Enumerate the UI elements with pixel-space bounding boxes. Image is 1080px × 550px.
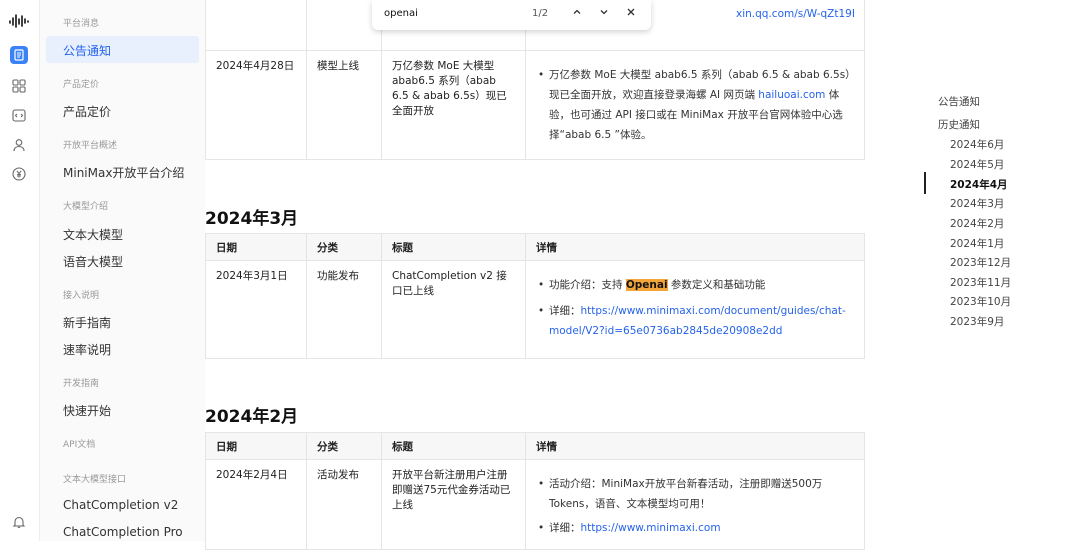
sidebar-section-header: 文本大模型接口 <box>63 475 127 485</box>
toc-item-current[interactable]: 2024年4月 <box>950 177 1008 192</box>
detail-item: 详细：https://www.minimaxi.com <box>536 518 854 538</box>
sidebar-item-announcements[interactable]: 公告通知 <box>63 42 111 59</box>
detail-item: 功能介绍：支持 Openai 参数定义和基础功能 <box>536 275 854 295</box>
detail-item: 活动介绍：MiniMax开放平台新春活动，注册即赠送500万Tokens，语音、… <box>536 474 854 514</box>
main-content: xin.qq.com/s/W-qZt19BHmu8FncpEb60jQ 2024… <box>205 0 925 550</box>
row-title: 万亿参数 MoE 大模型 abab6.5 系列（abab 6.5 & abab … <box>381 50 526 160</box>
row-date: 2024年4月28日 <box>205 50 307 160</box>
sidebar-section-header: 产品定价 <box>63 80 100 90</box>
search-highlight: Openai <box>625 279 668 291</box>
row-title: ChatCompletion v2 接口已上线 <box>381 260 526 359</box>
sidebar-section-header: API文档 <box>63 440 96 450</box>
close-icon[interactable] <box>626 6 636 20</box>
sidebar-item-quick-start[interactable]: 快速开始 <box>63 402 111 419</box>
table-row: 2024年2月4日 活动发布 开放平台新注册用户注册即赠送75元代金券活动已上线… <box>205 459 865 550</box>
sidebar-section-header: 开发指南 <box>63 379 100 389</box>
row-date: 2024年2月4日 <box>205 459 307 550</box>
doc-icon[interactable] <box>10 46 28 64</box>
toc-item[interactable]: 2024年1月 <box>950 236 1004 251</box>
grid-icon[interactable] <box>8 75 30 97</box>
sidebar-item-chatcompletion-v2[interactable]: ChatCompletion v2 <box>63 498 178 512</box>
heading-2024-03: 2024年3月 <box>205 209 299 229</box>
sidebar-section-header: 开放平台概述 <box>63 141 118 151</box>
row-title: 开放平台新注册用户注册即赠送75元代金券活动已上线 <box>381 459 526 550</box>
toc-item[interactable]: 2023年11月 <box>950 275 1011 290</box>
toc-item[interactable]: 2023年9月 <box>950 314 1004 329</box>
toc-item[interactable]: 公告通知 <box>938 94 980 109</box>
toc-active-marker <box>924 172 926 194</box>
icon-rail <box>0 0 40 541</box>
sidebar-item-pricing[interactable]: 产品定价 <box>63 103 111 120</box>
hailuoai-link[interactable]: hailuoai.com <box>758 89 825 101</box>
sidebar-item-beginner-guide[interactable]: 新手指南 <box>63 314 111 331</box>
sidebar-section-header: 平台消息 <box>63 19 100 29</box>
sidebar-section-header: 接入说明 <box>63 291 100 301</box>
logo-icon[interactable] <box>8 10 30 32</box>
toc-item[interactable]: 历史通知 <box>938 117 980 132</box>
row-category: 活动发布 <box>306 459 382 550</box>
minimaxi-link[interactable]: https://www.minimaxi.com <box>581 522 721 534</box>
chevron-down-icon[interactable] <box>599 6 609 20</box>
code-icon[interactable] <box>8 104 30 126</box>
toc-item[interactable]: 2023年12月 <box>950 255 1011 270</box>
row-date: 2024年3月1日 <box>205 260 307 359</box>
heading-2024-02: 2024年2月 <box>205 407 299 427</box>
bell-icon[interactable] <box>8 511 30 533</box>
chevron-up-icon[interactable] <box>572 6 582 20</box>
table-row: 2024年3月1日 功能发布 ChatCompletion v2 接口已上线 功… <box>205 260 865 359</box>
detail-item: 万亿参数 MoE 大模型 abab6.5 系列（abab 6.5 & abab … <box>536 65 854 145</box>
chat-model-v2-link[interactable]: https://www.minimaxi.com/document/guides… <box>549 305 846 337</box>
yen-icon[interactable] <box>8 163 30 185</box>
sidebar-nav: 平台消息 公告通知 产品定价 产品定价 开放平台概述 MiniMax开放平台介绍… <box>40 0 205 541</box>
row-category: 模型上线 <box>306 50 382 160</box>
toc-item[interactable]: 2024年3月 <box>950 196 1004 211</box>
table-header-row: 日期 分类 标题 详情 <box>205 432 865 460</box>
sidebar-item-platform-intro[interactable]: MiniMax开放平台介绍 <box>63 164 184 181</box>
sidebar-item-voice-model[interactable]: 语音大模型 <box>63 253 123 270</box>
sidebar-section-header: 大模型介绍 <box>63 202 109 212</box>
sidebar-item-rate-limits[interactable]: 速率说明 <box>63 341 111 358</box>
row-category: 功能发布 <box>306 260 382 359</box>
march-table: 日期 分类 标题 详情 2024年3月1日 功能发布 ChatCompletio… <box>205 233 865 359</box>
sidebar-item-chatcompletion-pro[interactable]: ChatCompletion Pro <box>63 525 183 539</box>
table-header-row: 日期 分类 标题 详情 <box>205 233 865 261</box>
detail-item: 详细：https://www.minimaxi.com/document/gui… <box>536 301 854 341</box>
toc-item[interactable]: 2024年5月 <box>950 157 1004 172</box>
user-icon[interactable] <box>8 134 30 156</box>
table-row: 2024年4月28日 模型上线 万亿参数 MoE 大模型 abab6.5 系列（… <box>205 50 865 160</box>
find-input[interactable]: openai <box>384 8 418 19</box>
sidebar-item-text-model[interactable]: 文本大模型 <box>63 226 123 243</box>
find-bar: openai 1/2 <box>372 0 651 30</box>
feb-table: 日期 分类 标题 详情 2024年2月4日 活动发布 开放平台新注册用户注册即赠… <box>205 432 865 550</box>
toc-item[interactable]: 2023年10月 <box>950 294 1011 309</box>
toc-item[interactable]: 2024年6月 <box>950 137 1004 152</box>
find-match-count: 1/2 <box>532 8 549 19</box>
toc-item[interactable]: 2024年2月 <box>950 216 1004 231</box>
